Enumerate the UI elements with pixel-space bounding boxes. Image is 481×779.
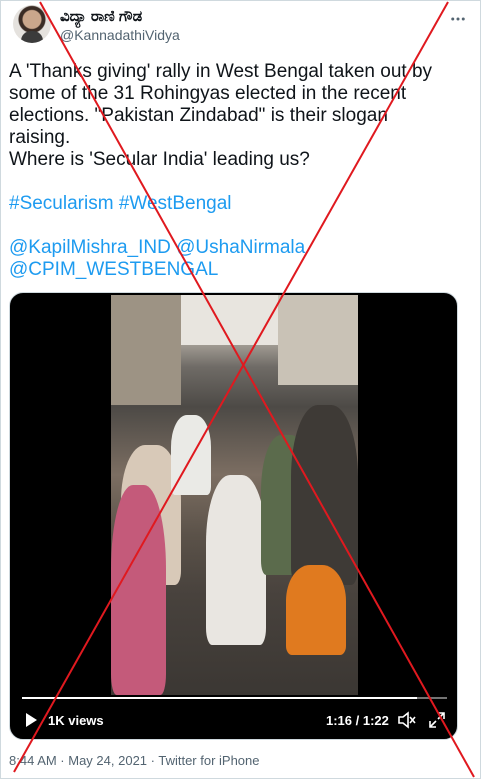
video-player[interactable]: 1K views 1:16 / 1:22 (9, 292, 458, 740)
mentions-line: @CPIM_WESTBENGAL (9, 259, 471, 281)
hashtag-link[interactable]: #WestBengal (119, 193, 232, 214)
video-scene-building (278, 295, 358, 385)
tweet-text-line: Where is 'Secular India' leading us? (9, 149, 310, 170)
video-views: 1K views (48, 713, 104, 728)
mention-link[interactable]: @CPIM_WESTBENGAL (9, 259, 218, 280)
author-handle[interactable]: @KannadathiVidya (60, 27, 180, 43)
tweet-text-line: elections. "Pakistan Zindabad" is their … (9, 105, 388, 126)
video-scene-person (171, 415, 211, 495)
mentions-line: @KapilMishra_IND @UshaNirmala (9, 237, 471, 259)
video-scene-person (291, 405, 358, 585)
tweet-text-line: some of the 31 Rohingyas elected in the … (9, 83, 407, 104)
video-time: 1:16 / 1:22 (326, 713, 389, 728)
hashtags-line: #Secularism #WestBengal (9, 193, 471, 215)
tweet-text: A 'Thanks giving' rally in West Bengal t… (9, 61, 471, 281)
video-progress-fill (22, 697, 418, 699)
tweet-card: ವಿದ್ಯಾ ರಾಣಿ ಗೌಡ @KannadathiVidya A 'Than… (0, 0, 481, 779)
tweet-text-line: raising. (9, 127, 71, 148)
hashtag-link[interactable]: #Secularism (9, 193, 114, 214)
video-scene-sky (181, 295, 278, 345)
video-scene-person (206, 475, 266, 645)
video-scene-motorbike (286, 565, 346, 655)
tweet-meta[interactable]: 8:44 AM · May 24, 2021 · Twitter for iPh… (9, 753, 260, 768)
video-scene-building (111, 295, 181, 405)
tweet-text-line: A 'Thanks giving' rally in West Bengal t… (9, 61, 433, 82)
avatar[interactable] (13, 5, 51, 43)
video-controls: 1K views 1:16 / 1:22 (10, 693, 457, 739)
mention-link[interactable]: @UshaNirmala (176, 237, 305, 258)
video-progress-bar[interactable] (22, 697, 447, 699)
mention-link[interactable]: @KapilMishra_IND (9, 237, 171, 258)
play-icon[interactable] (22, 711, 40, 729)
author-display-name[interactable]: ವಿದ್ಯಾ ರಾಣಿ ಗೌಡ (60, 8, 142, 25)
video-scene-person (111, 485, 166, 695)
tweet-header: ವಿದ್ಯಾ ರಾಣಿ ಗೌಡ @KannadathiVidya (13, 5, 468, 49)
fullscreen-icon[interactable] (428, 711, 446, 729)
mute-icon[interactable] (397, 711, 417, 729)
more-icon[interactable] (448, 9, 468, 29)
video-frame[interactable] (111, 295, 358, 695)
